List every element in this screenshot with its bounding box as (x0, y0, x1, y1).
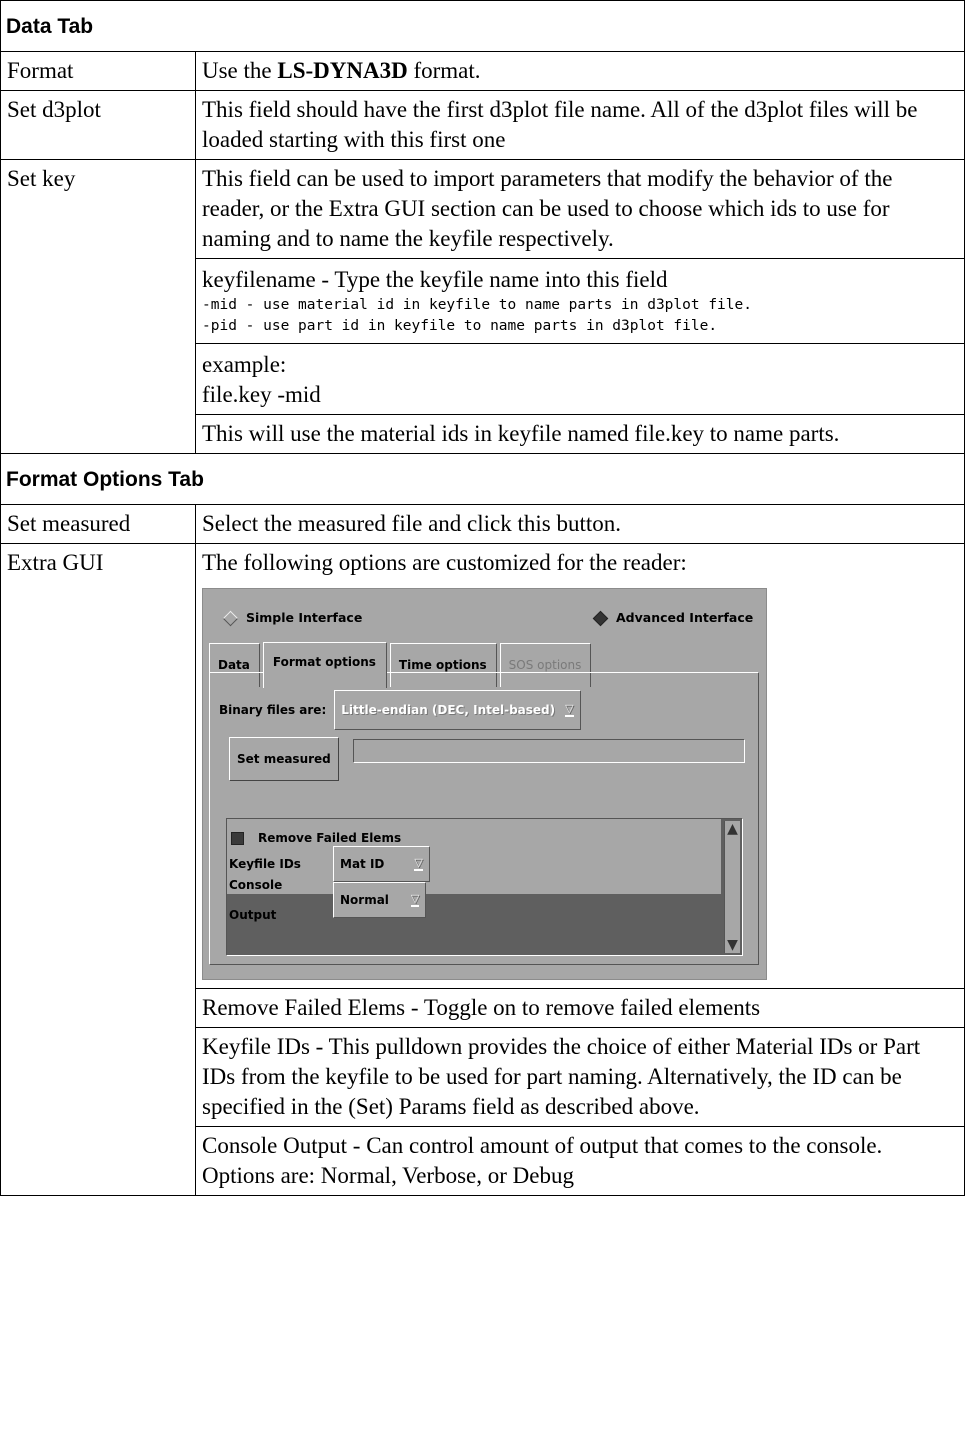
dropdown-value: Little-endian (DEC, Intel-based) (341, 703, 556, 717)
checkbox-icon (231, 831, 244, 845)
section-title: Format Options Tab (0, 453, 965, 505)
extra-gui-cell: The following options are customized for… (195, 543, 965, 989)
tab-format-options[interactable]: Format options (262, 642, 387, 688)
keyfilename-text: keyfilename - Type the keyfile name into… (202, 267, 668, 292)
radio-off-icon (222, 610, 239, 626)
extra-options-scroll-area: Remove Failed Elems Keyfile IDs Mat ID ▽ (226, 818, 743, 956)
scroll-up-icon[interactable]: ▲ (725, 821, 740, 837)
row-label: Format (0, 51, 196, 91)
reader-options-table: Data Tab Format Use the LS-DYNA3D format… (0, 0, 965, 1196)
vertical-scrollbar[interactable]: ▲ ▼ (724, 821, 740, 953)
section-header-format-options-tab: Format Options Tab (0, 453, 965, 505)
row-label: Extra GUI (0, 543, 196, 1196)
advanced-interface-radio[interactable]: Advanced Interface (592, 603, 754, 633)
binary-files-row: Binary files are: Little-endian (DEC, In… (219, 690, 581, 730)
console-output-dropdown[interactable]: Normal ▽ (333, 882, 427, 918)
dropdown-value: Normal (340, 893, 389, 907)
row-description: The following options are customized for… (202, 550, 687, 575)
console-output-label: Console Output (229, 878, 283, 922)
measured-file-input[interactable] (353, 739, 745, 763)
example-value: file.key -mid (202, 382, 321, 407)
table-row-set-measured: Set measured Select the measured file an… (0, 504, 965, 544)
example-note: This will use the material ids in keyfil… (195, 414, 965, 454)
table-row-set-d3plot: Set d3plot This field should have the fi… (0, 90, 965, 160)
row-label: Set measured (0, 504, 196, 544)
format-name: LS-DYNA3D (277, 58, 408, 83)
section-header-data-tab: Data Tab (0, 0, 965, 52)
reader-gui-screenshot: Simple Interface Advanced Interface Data… (202, 588, 767, 980)
row-description: This field can be used to import paramet… (195, 159, 965, 259)
radio-label: Simple Interface (246, 610, 363, 625)
row-description: Keyfile IDs - This pulldown provides the… (195, 1027, 965, 1127)
mid-option-text: -mid - use material id in keyfile to nam… (202, 297, 752, 313)
row-label: Set key (0, 159, 196, 454)
table-row-format: Format Use the LS-DYNA3D format. (0, 51, 965, 91)
row-description: This field should have the first d3plot … (195, 90, 965, 160)
chevron-down-icon: ▽ (410, 892, 420, 907)
row-label: Set d3plot (0, 90, 196, 160)
row-description: Remove Failed Elems - Toggle on to remov… (195, 988, 965, 1028)
format-text-pre: Use the (202, 58, 278, 83)
simple-interface-radio[interactable]: Simple Interface (222, 603, 363, 633)
keyfilename-cell: keyfilename - Type the keyfile name into… (195, 258, 965, 344)
chevron-down-icon: ▽ (565, 702, 574, 717)
row-description: Console Output - Can control amount of o… (195, 1126, 965, 1196)
chevron-down-icon: ▽ (414, 856, 423, 871)
radio-label: Advanced Interface (616, 610, 754, 625)
format-text-post: format. (407, 58, 481, 83)
set-measured-button[interactable]: Set measured (229, 737, 339, 781)
console-output-row: Console Output Normal ▽ (229, 870, 427, 930)
scroll-down-icon[interactable]: ▼ (725, 937, 740, 953)
radio-on-icon (592, 610, 609, 626)
extra-options-list: Remove Failed Elems Keyfile IDs Mat ID ▽ (227, 819, 721, 922)
table-row-set-key: Set key This field can be used to import… (0, 159, 965, 454)
example-cell: example: file.key -mid (195, 343, 965, 415)
example-label: example: (202, 352, 287, 377)
binary-files-label: Binary files are: (219, 703, 327, 717)
pid-option-text: -pid - use part id in keyfile to name pa… (202, 318, 718, 334)
section-title: Data Tab (0, 0, 965, 52)
row-description: Use the LS-DYNA3D format. (195, 51, 965, 91)
row-description: Select the measured file and click this … (195, 504, 965, 544)
binary-files-dropdown[interactable]: Little-endian (DEC, Intel-based) ▽ (334, 690, 581, 730)
format-options-panel: Binary files are: Little-endian (DEC, In… (209, 672, 759, 965)
table-row-extra-gui: Extra GUI The following options are cust… (0, 543, 965, 1196)
